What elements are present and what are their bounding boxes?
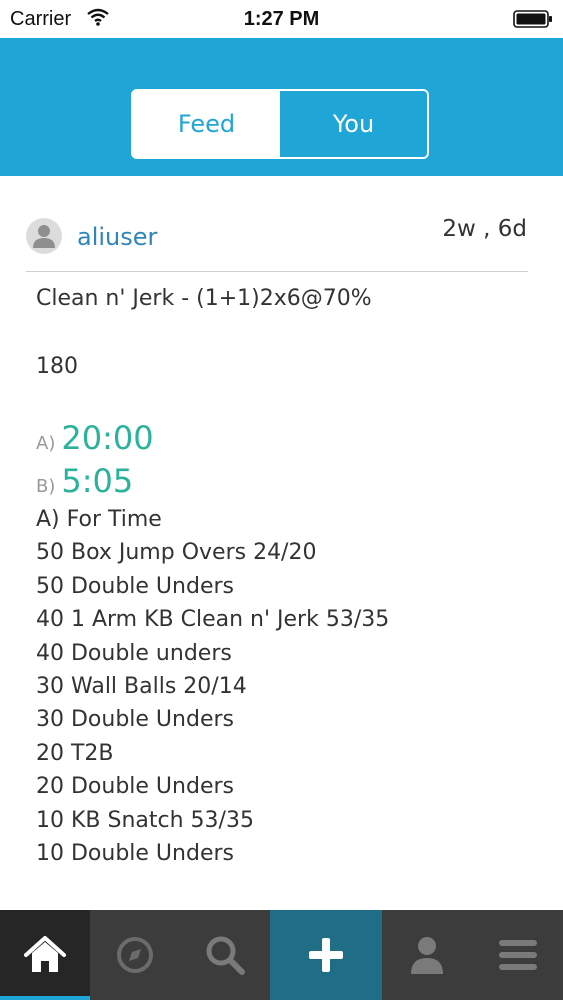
post-divider: [26, 271, 528, 272]
post-time-ago: 2w , 6d: [442, 216, 527, 242]
status-time: 1:27 PM: [243, 8, 320, 30]
result-a-value: 20:00: [61, 419, 154, 457]
battery-icon: [513, 10, 553, 28]
description-line: 40 Double unders: [36, 640, 232, 666]
result-b-value: 5:05: [61, 462, 134, 500]
description-line: 20 Double Unders: [36, 774, 234, 800]
description-line: 10 KB Snatch 53/35: [36, 807, 254, 833]
tab-you[interactable]: You: [280, 91, 427, 157]
home-icon: [24, 936, 66, 972]
result-b-label: B): [36, 476, 56, 497]
tab-menu[interactable]: [472, 910, 563, 1000]
tab-home[interactable]: [0, 910, 90, 1000]
bottom-tab-bar: [0, 910, 563, 1000]
feed-content: aliuser 2w , 6d Clean n' Jerk - (1+1)2x6…: [0, 176, 563, 910]
description-line: 40 1 Arm KB Clean n' Jerk 53/35: [36, 607, 390, 633]
user-icon: [33, 225, 55, 248]
description-line: 50 Box Jump Overs 24/20: [36, 540, 317, 566]
avatar[interactable]: [26, 218, 62, 254]
description-line: A) For Time: [36, 507, 162, 532]
menu-icon: [498, 940, 537, 970]
user-icon: [411, 937, 443, 974]
description-line: 50 Double Unders: [36, 573, 234, 599]
description-line: 20 T2B: [36, 740, 114, 766]
result-b: B) 5:05: [36, 462, 133, 500]
tab-explore[interactable]: [90, 910, 180, 1000]
result-a-label: A): [36, 433, 56, 454]
workout-score: 180: [36, 354, 78, 379]
workout-description: A) For Time 50 Box Jump Overs 24/20 50 D…: [36, 503, 389, 870]
tab-add[interactable]: [270, 910, 382, 1000]
post-username[interactable]: aliuser: [77, 223, 157, 251]
result-a: A) 20:00: [36, 419, 154, 457]
description-line: 30 Double Unders: [36, 707, 234, 733]
tab-feed[interactable]: Feed: [133, 91, 280, 157]
plus-icon: [309, 938, 343, 972]
header-bar: Feed You: [0, 38, 563, 176]
search-icon: [206, 936, 245, 975]
tab-profile[interactable]: [382, 910, 472, 1000]
workout-title: Clean n' Jerk - (1+1)2x6@70%: [36, 286, 372, 311]
description-line: 10 Double Unders: [36, 841, 234, 867]
status-bar: Carrier 1:27 PM: [0, 0, 563, 38]
compass-icon: [117, 937, 153, 973]
description-line: 30 Wall Balls 20/14: [36, 674, 247, 700]
tab-search[interactable]: [180, 910, 270, 1000]
feed-you-segmented-control: Feed You: [131, 89, 429, 159]
